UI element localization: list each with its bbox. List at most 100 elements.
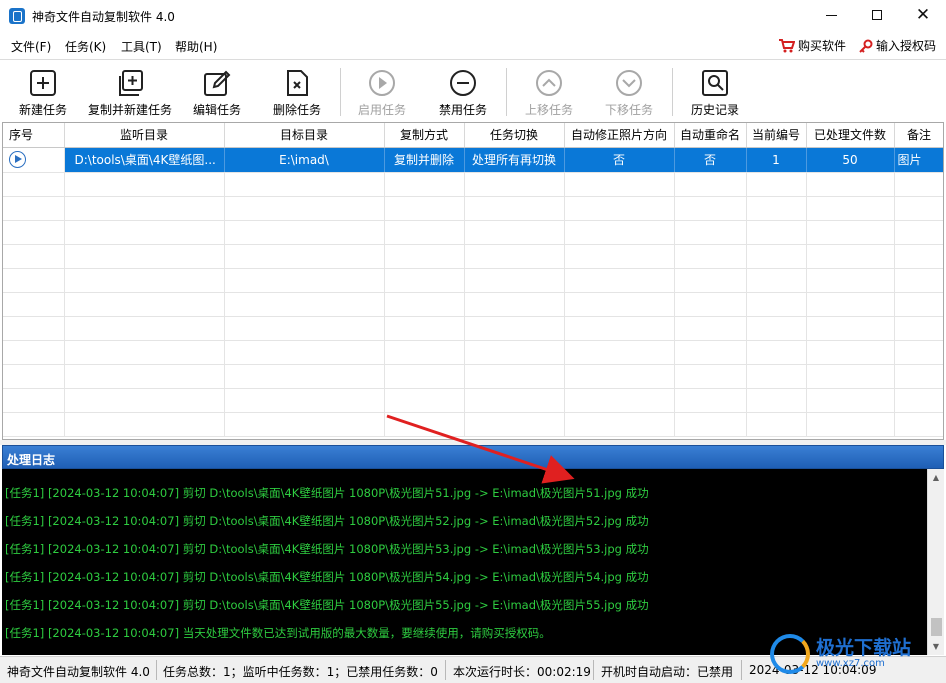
empty-row xyxy=(3,292,943,317)
col-header-target-dir[interactable]: 目标目录 xyxy=(224,123,385,148)
menu-task[interactable]: 任务(K) xyxy=(65,38,106,55)
col-header-switch[interactable]: 任务切换 xyxy=(464,123,565,148)
enable-task-label: 启用任务 xyxy=(357,103,406,117)
empty-row xyxy=(3,172,943,197)
key-icon xyxy=(859,39,873,53)
watermark-url: www.xz7.com xyxy=(816,658,885,669)
toolbar: 新建任务 复制并新建任务 编辑任务 删除任务 启用任务 禁用任务 上移任务 下移… xyxy=(0,59,946,121)
buy-label: 购买软件 xyxy=(798,39,847,53)
log-line: [任务1] [2024-03-12 10:04:07] 当天处理文件数已达到试用… xyxy=(5,626,551,640)
menu-help[interactable]: 帮助(H) xyxy=(175,38,217,55)
history-search-icon xyxy=(702,70,728,96)
history-button[interactable]: 历史记录 xyxy=(687,62,743,120)
toolbar-separator xyxy=(672,68,673,116)
maximize-icon xyxy=(872,10,882,20)
status-separator xyxy=(741,660,742,680)
play-circle-icon xyxy=(369,70,395,96)
minus-circle-icon xyxy=(450,70,476,96)
copy-plus-icon xyxy=(119,70,143,96)
col-header-fix-orientation[interactable]: 自动修正照片方向 xyxy=(564,123,675,148)
col-header-auto-rename[interactable]: 自动重命名 xyxy=(674,123,747,148)
col-header-copy-mode[interactable]: 复制方式 xyxy=(384,123,465,148)
row-target-dir: E:\imad\ xyxy=(224,147,385,173)
grid-header-row: 序号 监听目录 目标目录 复制方式 任务切换 自动修正照片方向 自动重命名 当前… xyxy=(3,123,943,148)
row-current-no: 1 xyxy=(746,147,807,173)
empty-row xyxy=(3,388,943,413)
empty-row xyxy=(3,220,943,245)
status-task-counts: 任务总数：1；监听中任务数：1；已禁用任务数：0 xyxy=(163,665,438,679)
new-task-button[interactable]: 新建任务 xyxy=(15,62,71,120)
watermark-name: 极光下载站 xyxy=(816,637,912,659)
row-copy-mode: 复制并删除 xyxy=(384,147,465,173)
col-header-current-no[interactable]: 当前编号 xyxy=(746,123,807,148)
auth-label: 输入授权码 xyxy=(876,39,937,53)
move-down-button[interactable]: 下移任务 xyxy=(601,62,657,120)
empty-row xyxy=(3,244,943,269)
edit-icon xyxy=(204,70,231,96)
status-autostart: 开机时自动启动：已禁用 xyxy=(601,665,734,679)
col-header-processed[interactable]: 已处理文件数 xyxy=(806,123,895,148)
edit-task-label: 编辑任务 xyxy=(192,103,241,117)
chevron-up-circle-icon xyxy=(536,70,562,96)
log-panel-title: 处理日志 xyxy=(2,445,944,469)
play-icon[interactable] xyxy=(9,151,26,168)
task-grid: 序号 监听目录 目标目录 复制方式 任务切换 自动修正照片方向 自动重命名 当前… xyxy=(2,122,944,440)
log-line: [任务1] [2024-03-12 10:04:07] 剪切 D:\tools\… xyxy=(5,486,649,500)
col-header-index[interactable]: 序号 xyxy=(3,123,65,148)
delete-task-button[interactable]: 删除任务 xyxy=(269,62,325,120)
watermark-text: 极光下载站 www.xz7.com xyxy=(816,638,911,670)
cart-icon xyxy=(779,38,795,52)
col-header-note[interactable]: 备注 xyxy=(894,123,943,148)
log-line: [任务1] [2024-03-12 10:04:07] 剪切 D:\tools\… xyxy=(5,570,649,584)
minimize-button[interactable] xyxy=(808,0,854,30)
move-up-button[interactable]: 上移任务 xyxy=(521,62,577,120)
plus-box-icon xyxy=(30,70,56,96)
row-watch-dir: D:\tools\桌面\4K壁纸图... xyxy=(64,147,225,173)
empty-row xyxy=(3,316,943,341)
menu-file[interactable]: 文件(F) xyxy=(11,38,51,55)
enter-license-link[interactable]: 输入授权码 xyxy=(859,37,936,54)
empty-row xyxy=(3,196,943,221)
row-processed: 50 xyxy=(806,147,895,173)
move-up-label: 上移任务 xyxy=(524,103,573,117)
new-task-label: 新建任务 xyxy=(18,103,67,117)
row-auto-rename: 否 xyxy=(674,147,747,173)
toolbar-separator xyxy=(506,68,507,116)
log-line: [任务1] [2024-03-12 10:04:07] 剪切 D:\tools\… xyxy=(5,542,649,556)
empty-row xyxy=(3,412,943,437)
table-row[interactable]: 1 D:\tools\桌面\4K壁纸图... E:\imad\ 复制并删除 处理… xyxy=(3,147,943,173)
watermark: 极光下载站 www.xz7.com xyxy=(770,628,945,680)
move-down-label: 下移任务 xyxy=(604,103,653,117)
app-icon xyxy=(9,8,25,24)
status-app-name: 神奇文件自动复制软件 4.0 xyxy=(7,665,150,679)
empty-row xyxy=(3,364,943,389)
status-runtime: 本次运行时长：00:02:19 xyxy=(453,665,591,679)
toolbar-separator xyxy=(340,68,341,116)
row-fix-orientation: 否 xyxy=(564,147,675,173)
buy-software-link[interactable]: 购买软件 xyxy=(778,37,846,54)
empty-row xyxy=(3,268,943,293)
row-index-cell: 1 xyxy=(3,147,65,173)
status-separator xyxy=(445,660,446,680)
minimize-icon xyxy=(825,14,837,16)
delete-file-icon xyxy=(287,70,308,96)
status-separator xyxy=(593,660,594,680)
copy-new-task-label: 复制并新建任务 xyxy=(87,103,172,117)
menu-tools[interactable]: 工具(T) xyxy=(121,38,162,55)
disable-task-label: 禁用任务 xyxy=(438,103,487,117)
copy-new-task-button[interactable]: 复制并新建任务 xyxy=(86,62,174,120)
enable-task-button[interactable]: 启用任务 xyxy=(354,62,410,120)
col-header-watch-dir[interactable]: 监听目录 xyxy=(64,123,225,148)
history-label: 历史记录 xyxy=(690,103,739,117)
delete-task-label: 删除任务 xyxy=(272,103,321,117)
disable-task-button[interactable]: 禁用任务 xyxy=(435,62,491,120)
row-note: 图片 xyxy=(894,147,943,173)
window-title: 神奇文件自动复制软件 4.0 xyxy=(32,10,175,24)
chevron-down-circle-icon xyxy=(616,70,642,96)
edit-task-button[interactable]: 编辑任务 xyxy=(189,62,245,120)
maximize-button[interactable] xyxy=(854,0,900,30)
close-button[interactable]: ✕ xyxy=(900,0,946,30)
row-switch: 处理所有再切换 xyxy=(464,147,565,173)
status-separator xyxy=(156,660,157,680)
scroll-up-icon[interactable]: ▲ xyxy=(928,469,944,486)
